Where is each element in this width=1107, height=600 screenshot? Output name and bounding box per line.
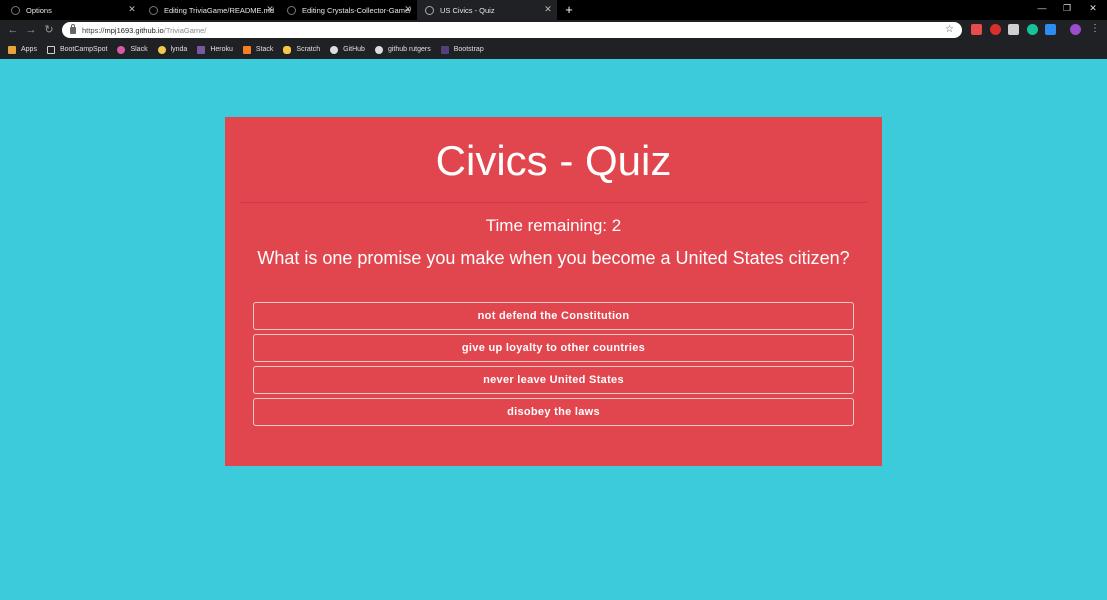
page-favicon-icon bbox=[425, 5, 434, 15]
bookmarks-bar: Apps BootCampSpot Slack lynda Heroku Sta… bbox=[0, 40, 1107, 59]
bookmark-label: BootCampSpot bbox=[59, 46, 108, 53]
bookmark-label: Heroku bbox=[210, 46, 233, 53]
apps-grid-icon bbox=[8, 45, 16, 54]
url-host: mpj1693.github.io bbox=[104, 25, 164, 35]
bookmark-label: lynda bbox=[170, 46, 188, 53]
bookmark-label: Apps bbox=[21, 46, 37, 53]
answer-button[interactable]: disobey the laws bbox=[253, 398, 854, 426]
time-remaining: Time remaining: 2 bbox=[485, 216, 622, 235]
answer-button[interactable]: never leave United States bbox=[253, 366, 854, 394]
heroku-icon bbox=[197, 45, 206, 54]
github-icon bbox=[287, 5, 296, 15]
close-icon[interactable]: ✕ bbox=[543, 4, 553, 16]
title-divider bbox=[240, 202, 867, 203]
close-icon[interactable]: ✕ bbox=[127, 4, 137, 16]
tab-options[interactable]: Options ✕ bbox=[3, 0, 141, 20]
bootstrap-icon bbox=[440, 45, 449, 54]
bookmark-label: GitHub bbox=[343, 46, 365, 53]
bookmark-label: Slack bbox=[130, 46, 148, 53]
close-icon[interactable]: ✕ bbox=[265, 4, 275, 16]
bookmark-label: Stack bbox=[255, 46, 274, 53]
slack-icon bbox=[117, 45, 126, 54]
bookmark-scratch[interactable]: Scratch bbox=[283, 45, 321, 54]
question-text: What is one promise you make when you be… bbox=[257, 248, 850, 268]
url-path: /TriviaGame/ bbox=[163, 25, 207, 35]
close-icon[interactable]: ✕ bbox=[403, 4, 413, 16]
scratch-icon bbox=[283, 45, 292, 54]
tab-favicon-icon bbox=[11, 5, 20, 15]
bookmark-slack[interactable]: Slack bbox=[117, 45, 148, 54]
bookmark-label: github rutgers bbox=[387, 46, 431, 53]
lynda-icon bbox=[157, 45, 166, 54]
browser-tab-strip: Options ✕ Editing TriviaGame/README.md ✕… bbox=[0, 0, 1107, 20]
minimize-button[interactable]: — bbox=[1028, 0, 1056, 18]
page-icon bbox=[46, 45, 55, 54]
github-icon bbox=[149, 5, 158, 15]
bookmark-star-icon[interactable]: ☆ bbox=[945, 24, 954, 36]
bookmark-github-rutgers[interactable]: github rutgers bbox=[374, 45, 431, 54]
back-button[interactable]: ← bbox=[5, 22, 21, 38]
new-tab-button[interactable]: + bbox=[562, 2, 576, 18]
ext-box-icon[interactable] bbox=[1008, 24, 1019, 35]
answer-button[interactable]: not defend the Constitution bbox=[253, 302, 854, 330]
github-icon bbox=[330, 45, 339, 54]
github-icon bbox=[374, 45, 383, 54]
bookmark-github[interactable]: GitHub bbox=[330, 45, 365, 54]
bookmark-apps[interactable]: Apps bbox=[8, 45, 37, 54]
bookmark-bootcampspot[interactable]: BootCampSpot bbox=[46, 45, 108, 54]
browser-toolbar: ← → ↻ https://mpj1693.github.io/TriviaGa… bbox=[0, 20, 1107, 40]
ext-red-arrow-icon[interactable] bbox=[971, 24, 982, 35]
ext-shield-icon[interactable] bbox=[990, 24, 1001, 35]
ext-grammarly-icon[interactable] bbox=[1027, 24, 1038, 35]
lock-icon bbox=[70, 23, 76, 34]
tab-us-civics-quiz[interactable]: US Civics - Quiz ✕ bbox=[417, 0, 557, 20]
stackoverflow-icon bbox=[242, 45, 251, 54]
bookmark-heroku[interactable]: Heroku bbox=[197, 45, 233, 54]
profile-avatar-icon[interactable] bbox=[1070, 24, 1081, 35]
url-scheme: https:// bbox=[82, 25, 105, 35]
tab-title: Options bbox=[26, 5, 52, 15]
tab-title: Editing Crystals-Collector-Game/ bbox=[302, 5, 412, 15]
bookmark-lynda[interactable]: lynda bbox=[157, 45, 188, 54]
tab-editing-triviagame[interactable]: Editing TriviaGame/README.md ✕ bbox=[141, 0, 279, 20]
ext-badge-icon[interactable] bbox=[1045, 24, 1056, 35]
quiz-card: Civics - Quiz Time remaining: 2 What is … bbox=[225, 117, 882, 466]
tab-title: US Civics - Quiz bbox=[440, 5, 495, 15]
bookmark-stack[interactable]: Stack bbox=[242, 45, 274, 54]
reload-button[interactable]: ↻ bbox=[41, 22, 57, 38]
bookmark-bootstrap[interactable]: Bootstrap bbox=[440, 45, 484, 54]
window-close-button[interactable]: ✕ bbox=[1079, 0, 1107, 18]
tab-title: Editing TriviaGame/README.md bbox=[164, 5, 275, 15]
restore-button[interactable]: ❐ bbox=[1053, 0, 1081, 18]
bookmark-label: Scratch bbox=[296, 46, 321, 53]
bookmark-label: Bootstrap bbox=[453, 46, 484, 53]
forward-button[interactable]: → bbox=[23, 22, 39, 38]
page-title: Civics - Quiz bbox=[435, 137, 672, 184]
browser-menu-icon[interactable]: ⋮ bbox=[1090, 23, 1100, 34]
answer-button[interactable]: give up loyalty to other countries bbox=[253, 334, 854, 362]
address-bar[interactable]: https://mpj1693.github.io/TriviaGame/ ☆ bbox=[62, 22, 962, 38]
tab-editing-crystals[interactable]: Editing Crystals-Collector-Game/ ✕ bbox=[279, 0, 417, 20]
